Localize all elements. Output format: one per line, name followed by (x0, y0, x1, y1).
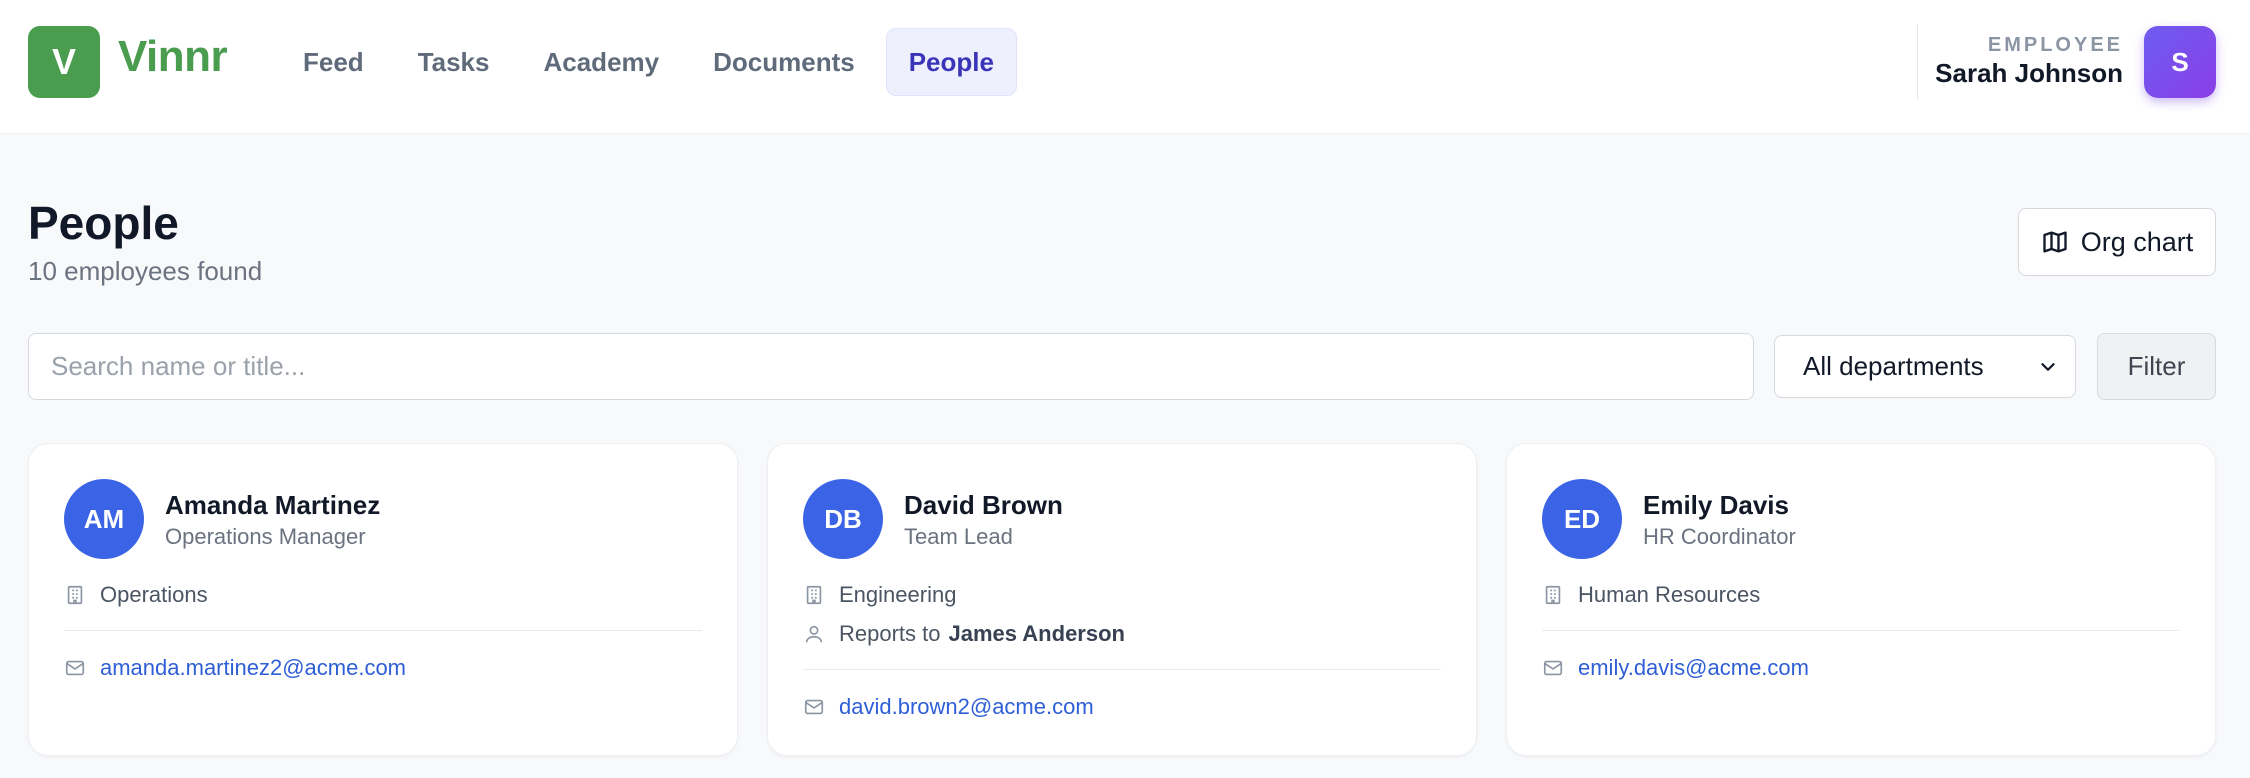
department-row: Operations (64, 582, 208, 608)
top-bar: V Vinnr Feed Tasks Academy Documents Peo… (0, 0, 2250, 134)
employee-name: Amanda Martinez (165, 490, 381, 520)
user-icon (805, 625, 823, 643)
employee-card[interactable]: ED Emily Davis HR Coordinator Human Reso… (1506, 443, 2216, 756)
employee-title: HR Coordinator (1643, 524, 1796, 549)
email-row[interactable]: david.brown2@acme.com (803, 694, 1094, 720)
avatar: AM (64, 479, 144, 559)
card-divider (1542, 630, 2180, 631)
email-row[interactable]: amanda.martinez2@acme.com (64, 655, 406, 681)
org-chart-button[interactable]: Org chart (2018, 208, 2216, 276)
employee-name: Emily Davis (1643, 490, 1789, 520)
department-row: Engineering (803, 582, 956, 608)
chevron-down-icon (2041, 363, 2055, 371)
mail-icon (65, 660, 85, 676)
employee-card[interactable]: DB David Brown Team Lead Engineering Rep… (767, 443, 1477, 756)
org-chart-label: Org chart (2080, 226, 2194, 257)
building-icon (1545, 585, 1561, 605)
nav-academy[interactable]: Academy (520, 28, 682, 96)
reports-to-row: Reports to James Anderson (803, 621, 1125, 647)
department-select[interactable]: All departments (1774, 335, 2076, 398)
card-divider (64, 630, 702, 631)
email-row[interactable]: emily.davis@acme.com (1542, 655, 1809, 681)
header-divider (1917, 24, 1918, 100)
nav-tasks[interactable]: Tasks (395, 28, 513, 96)
employee-name: David Brown (904, 490, 1063, 520)
reports-to-name[interactable]: James Anderson (949, 621, 1125, 647)
nav-people[interactable]: People (885, 28, 1017, 96)
main-nav: Feed Tasks Academy Documents People (280, 28, 1017, 96)
app-name[interactable]: Vinnr (118, 32, 228, 82)
building-icon (806, 585, 822, 605)
avatar: ED (1542, 479, 1622, 559)
card-divider (803, 669, 1441, 670)
email-link[interactable]: amanda.martinez2@acme.com (100, 655, 406, 681)
email-link[interactable]: david.brown2@acme.com (839, 694, 1094, 720)
map-icon (2043, 231, 2067, 253)
department-select-value: All departments (1803, 351, 1984, 381)
mail-icon (1543, 660, 1563, 676)
department-label: Engineering (839, 582, 957, 607)
department-row: Human Resources (1542, 582, 1760, 608)
logo-icon[interactable]: V (28, 26, 100, 98)
user-avatar[interactable]: S (2144, 26, 2216, 98)
mail-icon (804, 699, 824, 715)
department-label: Human Resources (1578, 582, 1761, 607)
page-title: People (28, 197, 179, 249)
search-input[interactable] (28, 333, 1754, 400)
reports-to-prefix: Reports to (839, 621, 941, 646)
employee-card[interactable]: AM Amanda Martinez Operations Manager Op… (28, 443, 738, 756)
email-link[interactable]: emily.davis@acme.com (1578, 655, 1809, 681)
avatar: DB (803, 479, 883, 559)
employee-title: Operations Manager (165, 524, 366, 549)
user-role: EMPLOYEE (1987, 34, 2123, 56)
user-name: Sarah Johnson (1935, 58, 2123, 88)
nav-documents[interactable]: Documents (690, 28, 878, 96)
department-label: Operations (100, 582, 208, 607)
building-icon (67, 585, 83, 605)
employee-title: Team Lead (904, 524, 1013, 549)
filter-button[interactable]: Filter (2097, 333, 2216, 400)
employee-count: 10 employees found (28, 256, 263, 286)
nav-feed[interactable]: Feed (280, 28, 387, 96)
